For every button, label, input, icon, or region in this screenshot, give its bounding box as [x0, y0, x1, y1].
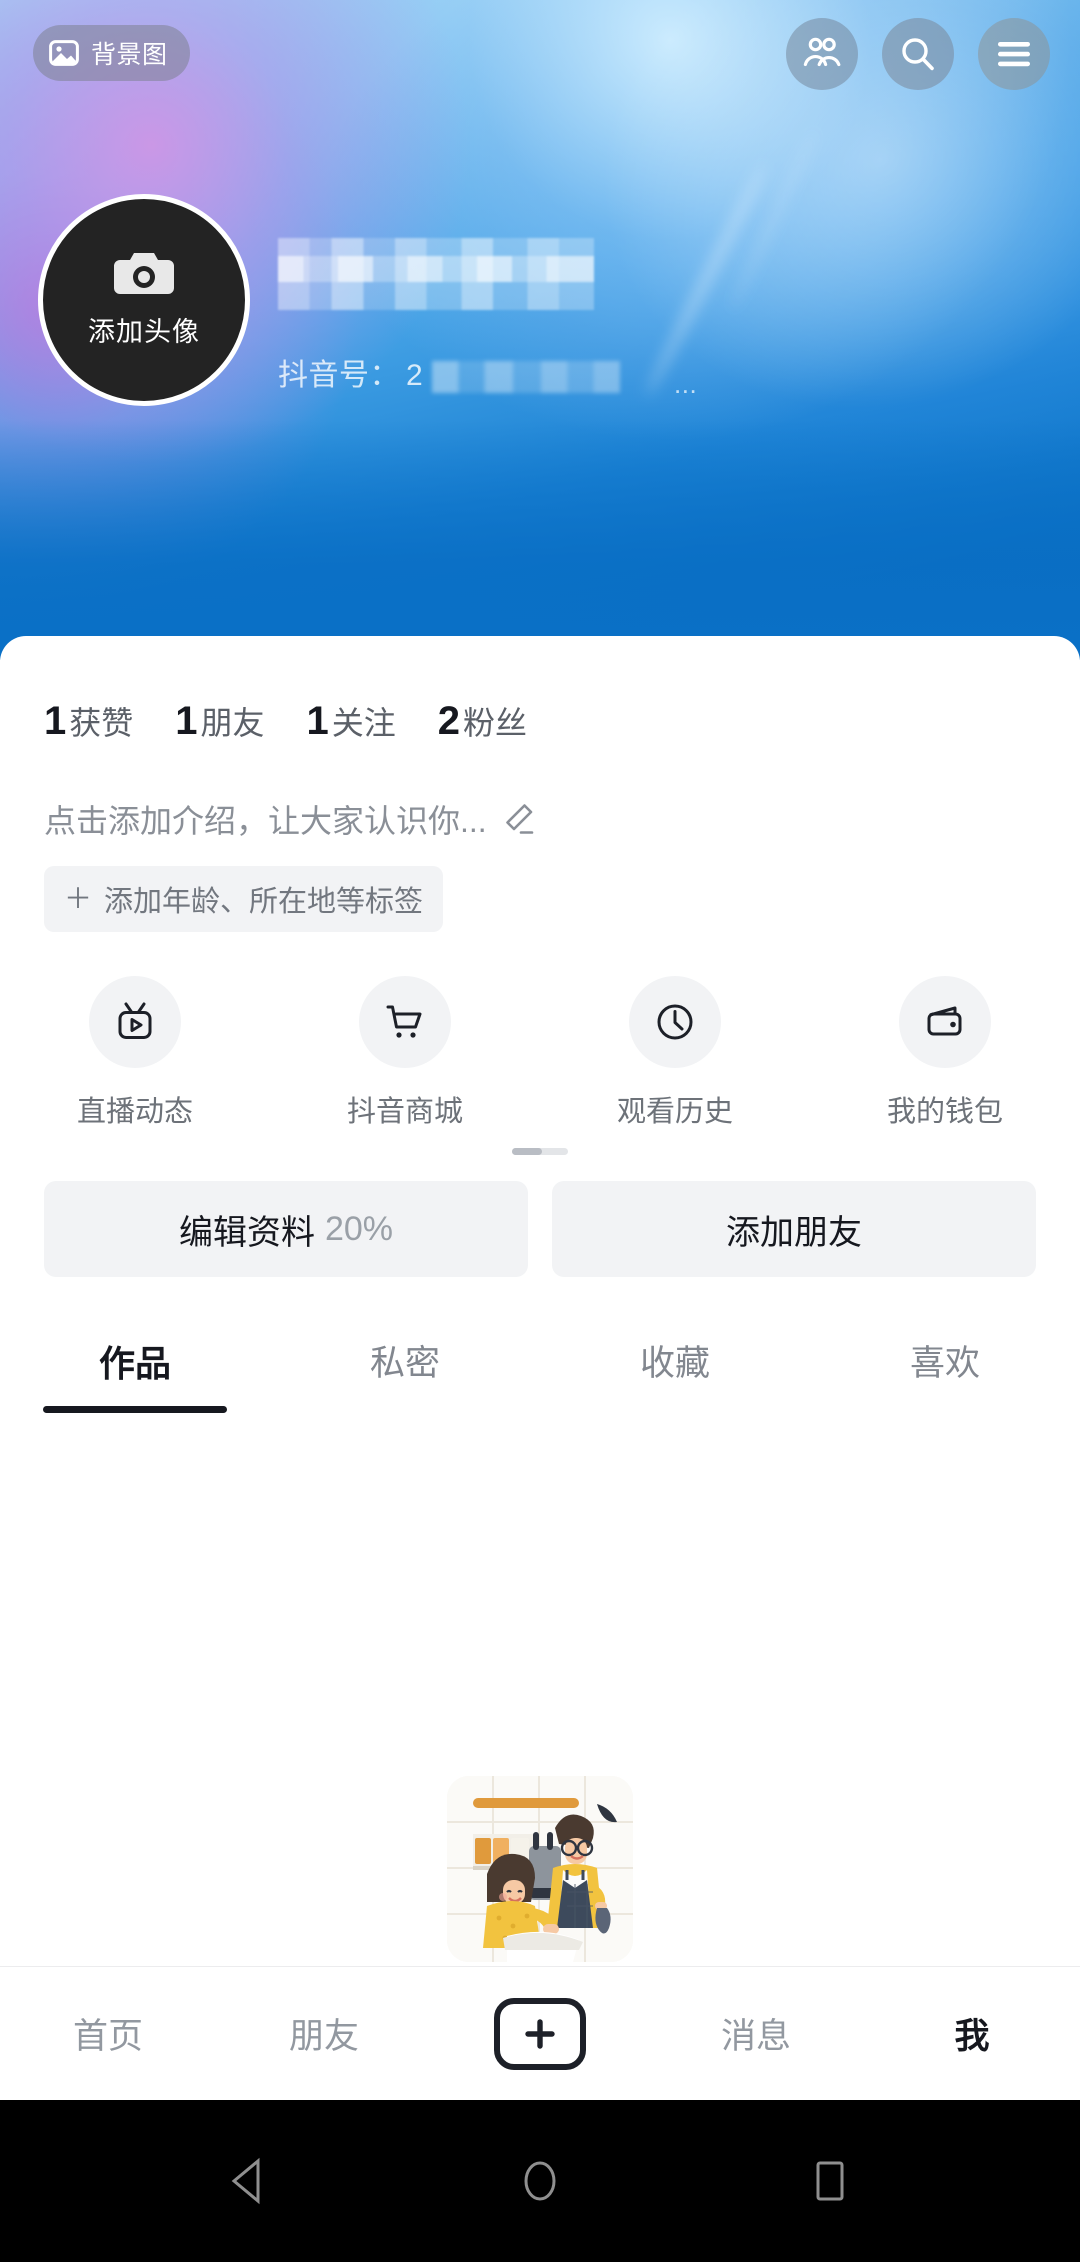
avatar[interactable]: 添加头像	[38, 194, 250, 406]
tab-label: 喜欢	[909, 1344, 980, 1383]
tab-label: 私密	[369, 1344, 440, 1383]
quick-actions-scroll-indicator[interactable]	[512, 1148, 568, 1155]
android-system-navigation-bar	[0, 2100, 1080, 2262]
avatar-add-label: 添加头像	[88, 316, 200, 347]
nav-messages[interactable]: 消息	[648, 2008, 864, 2059]
quick-actions-row: 直播动态 抖音商城 观看历史 我的钱包	[0, 932, 1080, 1130]
edit-profile-button[interactable]: 编辑资料 20%	[44, 1181, 528, 1277]
camera-icon	[114, 252, 174, 294]
home-circle-icon[interactable]	[518, 2156, 562, 2206]
back-triangle-icon[interactable]	[228, 2156, 272, 2206]
plus-glyph: ＋	[64, 883, 93, 914]
cooking-couple-illustration[interactable]	[447, 1776, 633, 1962]
quick-action-icon-bg	[89, 976, 181, 1068]
add-friend-label: 添加朋友	[726, 1213, 862, 1252]
nav-label: 朋友	[288, 2017, 359, 2056]
douyin-id-label: 抖音号：	[278, 359, 400, 392]
tab-favorites[interactable]: 收藏	[540, 1335, 810, 1413]
douyin-id-value-wrap: 2 ...	[406, 359, 697, 399]
illustration-svg	[447, 1776, 633, 1962]
stat-label: 朋友	[200, 705, 265, 741]
edit-profile-percent: 20%	[324, 1209, 394, 1248]
stat-label: 获赞	[69, 705, 134, 741]
add-tags-label: 添加年龄、所在地等标签	[104, 886, 424, 918]
quick-action-live[interactable]: 直播动态	[0, 976, 270, 1130]
stat-fans[interactable]: 2 粉丝	[438, 698, 527, 744]
bio-row[interactable]: 点击添加介绍，让大家认识你...	[0, 744, 1080, 842]
nav-create[interactable]	[432, 1997, 648, 2070]
tab-likes[interactable]: 喜欢	[810, 1335, 1080, 1413]
quick-action-label: 直播动态	[76, 1096, 193, 1128]
nav-label: 消息	[720, 2017, 791, 2056]
cover-image-button[interactable]: 背景图	[33, 25, 190, 81]
add-tags-chip[interactable]: ＋ 添加年龄、所在地等标签	[44, 866, 444, 932]
quick-action-wallet[interactable]: 我的钱包	[810, 976, 1080, 1130]
bio-placeholder: 点击添加介绍，让大家认识你...	[44, 803, 487, 839]
quick-action-icon-bg	[899, 976, 991, 1068]
clock-icon	[657, 1004, 693, 1040]
douyin-id-blurred	[432, 361, 620, 393]
stat-label: 粉丝	[463, 705, 528, 741]
tab-label: 作品	[98, 1343, 171, 1384]
bottom-navigation: 首页 朋友 消息 我	[0, 1966, 1080, 2100]
douyin-id-row[interactable]: 抖音号： 2 ...	[278, 350, 798, 399]
search-icon	[902, 38, 934, 71]
nav-label: 我	[954, 2017, 990, 2056]
profile-detail-sheet: 1 获赞 1 朋友 1 关注 2 粉丝 点击添加介绍，让大家认识你... ＋ 添…	[0, 636, 1080, 2048]
profile-name-block: 抖音号： 2 ...	[278, 238, 798, 399]
tab-label: 收藏	[639, 1344, 710, 1383]
douyin-profile-screen: 背景图 添加头像 抖音号： 2 ... 1 获赞 1 朋友 1 关注 2 粉丝 …	[0, 0, 1080, 2262]
quick-action-label: 我的钱包	[886, 1096, 1003, 1128]
quick-action-shop[interactable]: 抖音商城	[270, 976, 540, 1130]
wallet-icon	[927, 1006, 962, 1036]
stat-label: 关注	[331, 705, 396, 741]
plus-icon	[525, 2018, 555, 2049]
content-tabs: 作品 私密 收藏 喜欢	[0, 1335, 1080, 1413]
add-friend-button[interactable]: 添加朋友	[552, 1181, 1036, 1277]
menu-button[interactable]	[978, 18, 1050, 90]
friends-button[interactable]	[786, 18, 858, 90]
pencil-icon	[505, 804, 533, 834]
quick-action-label: 抖音商城	[346, 1096, 463, 1128]
stat-likes[interactable]: 1 获赞	[44, 698, 133, 744]
shopping-cart-icon	[386, 1005, 422, 1038]
stat-value: 1	[44, 699, 67, 743]
nav-label: 首页	[72, 2017, 143, 2056]
people-icon	[803, 37, 841, 67]
live-tv-icon	[118, 1002, 152, 1039]
profile-action-buttons: 编辑资料 20% 添加朋友	[0, 1155, 1080, 1277]
hamburger-menu-icon	[998, 42, 1030, 67]
stat-following[interactable]: 1 关注	[307, 698, 396, 744]
image-icon	[49, 40, 79, 66]
douyin-id-value: 2	[406, 359, 424, 392]
tab-works[interactable]: 作品	[0, 1335, 270, 1413]
stat-value: 1	[306, 699, 329, 743]
search-button[interactable]	[882, 18, 954, 90]
quick-action-icon-bg	[629, 976, 721, 1068]
quick-action-history[interactable]: 观看历史	[540, 976, 810, 1130]
edit-profile-label: 编辑资料	[178, 1213, 315, 1252]
quick-action-icon-bg	[359, 976, 451, 1068]
nav-me[interactable]: 我	[864, 2008, 1080, 2059]
nav-home[interactable]: 首页	[0, 2008, 216, 2059]
stat-friends[interactable]: 1 朋友	[175, 698, 264, 744]
tab-private[interactable]: 私密	[270, 1335, 540, 1413]
douyin-id-ellipsis: ...	[674, 369, 698, 399]
nav-friends[interactable]: 朋友	[216, 2008, 432, 2059]
stat-value: 1	[175, 699, 198, 743]
quick-action-label: 观看历史	[616, 1096, 733, 1128]
cover-bottom-fade	[0, 420, 1080, 660]
nickname-blurred[interactable]	[278, 238, 594, 310]
create-post-button[interactable]	[494, 1997, 586, 2070]
recents-square-icon[interactable]	[808, 2156, 852, 2206]
cover-top-actions	[786, 18, 1050, 90]
stat-value: 2	[437, 699, 461, 743]
cover-image-label: 背景图	[91, 41, 168, 69]
stats-row: 1 获赞 1 朋友 1 关注 2 粉丝	[0, 636, 1080, 744]
